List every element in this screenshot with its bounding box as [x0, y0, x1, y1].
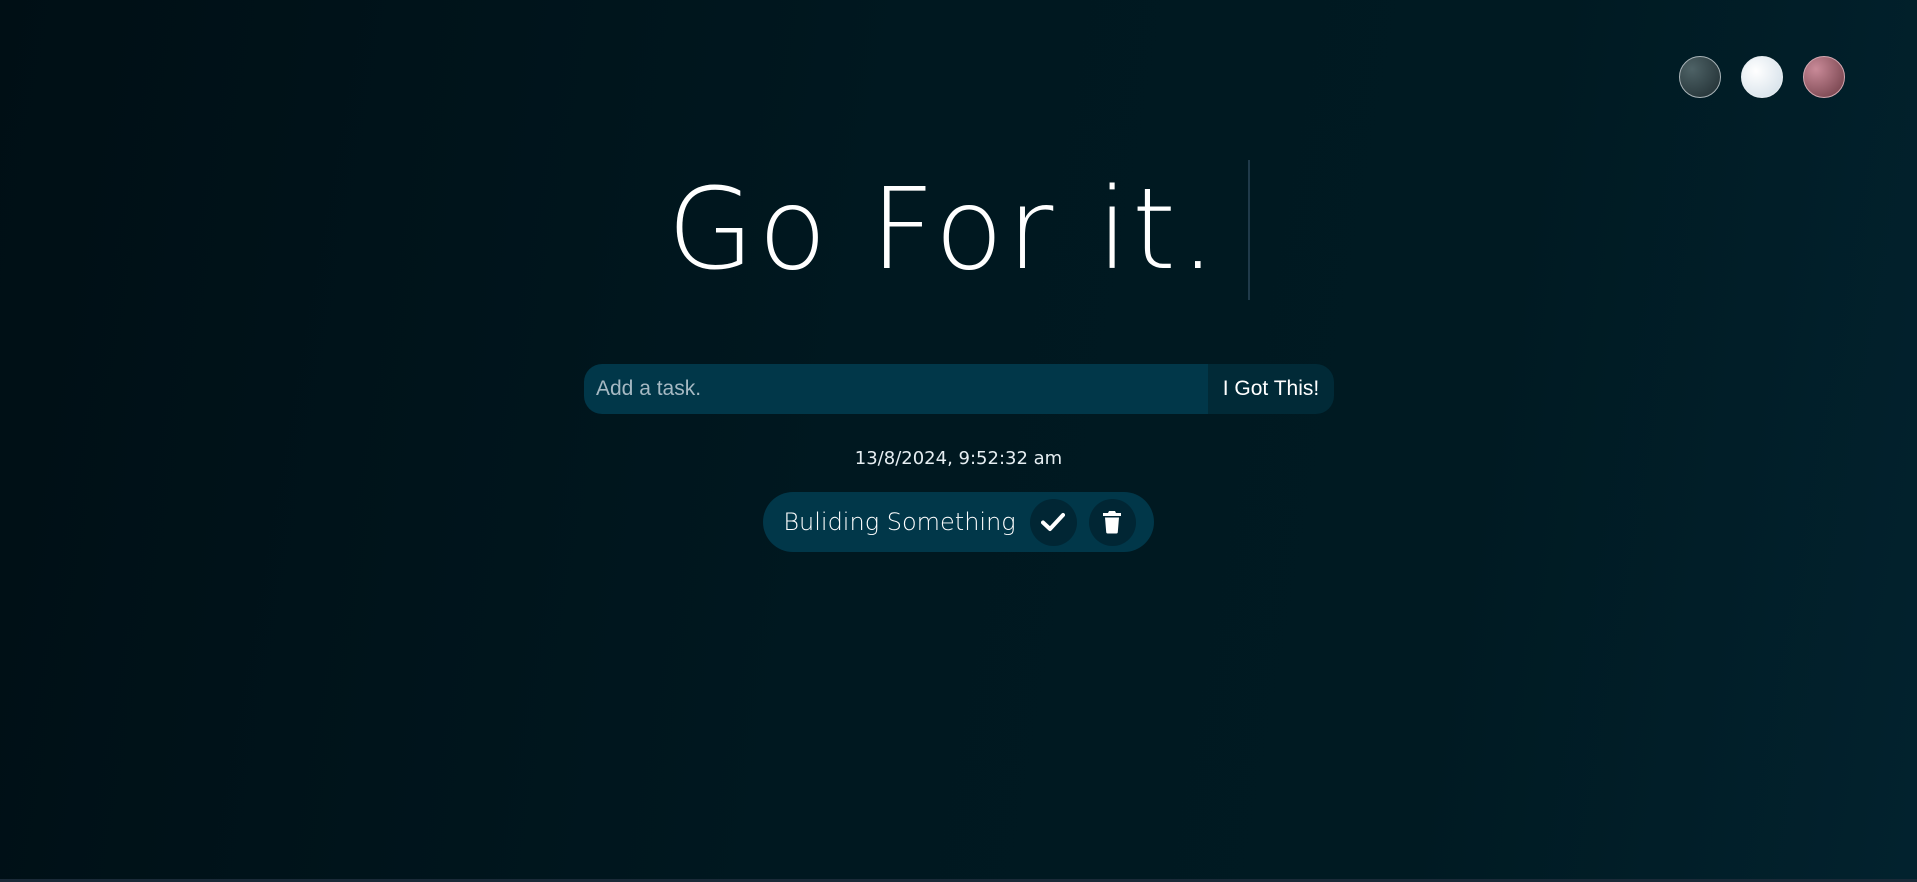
todo-list: Buliding Something: [0, 492, 1917, 552]
light-theme-button[interactable]: [1741, 56, 1783, 98]
theme-switcher: [1679, 56, 1845, 98]
todo-text: Buliding Something: [783, 508, 1016, 536]
task-form: I Got This!: [584, 364, 1334, 414]
page-title: Go For it.: [667, 160, 1250, 300]
task-input[interactable]: [584, 364, 1208, 414]
add-task-button[interactable]: I Got This!: [1208, 364, 1334, 414]
delete-task-button[interactable]: [1088, 498, 1136, 546]
check-icon: [1041, 513, 1066, 531]
header: Go For it.: [0, 160, 1917, 300]
trash-icon: [1103, 511, 1122, 534]
todo-item: Buliding Something: [763, 492, 1154, 552]
datetime-display: 13/8/2024, 9:52:32 am: [854, 448, 1063, 469]
darker-theme-button[interactable]: [1803, 56, 1845, 98]
complete-task-button[interactable]: [1029, 498, 1077, 546]
standard-theme-button[interactable]: [1679, 56, 1721, 98]
